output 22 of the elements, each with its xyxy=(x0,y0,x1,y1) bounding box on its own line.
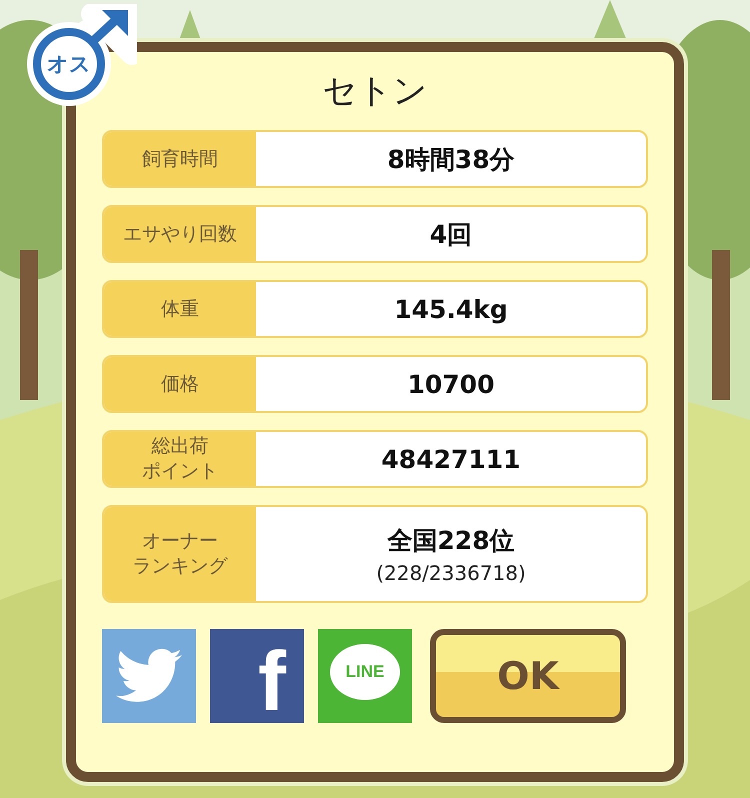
stat-label: エサやり回数 xyxy=(104,207,256,261)
stat-detail: (228/2336718) xyxy=(376,560,526,584)
stat-value: 10700 xyxy=(408,370,494,398)
stat-label: ランキング xyxy=(132,554,228,579)
bird-icon xyxy=(116,648,182,704)
stat-label: 飼育時間 xyxy=(104,132,256,186)
stat-value: 4回 xyxy=(430,218,472,250)
stat-label: 価格 xyxy=(104,357,256,411)
stat-label: オーナー xyxy=(142,529,218,554)
stat-value: 145.4kg xyxy=(394,294,508,324)
pig-name: セトン xyxy=(322,70,428,112)
stat-label: 総出荷 xyxy=(152,434,208,459)
stat-label: 体重 xyxy=(104,282,256,336)
stat-value: 8時間38分 xyxy=(387,144,515,176)
stat-label: ポイント xyxy=(142,459,218,484)
facebook-button[interactable]: f xyxy=(210,629,304,723)
stat-value: 全国228位 xyxy=(387,524,515,556)
badge-text: オス xyxy=(46,51,92,77)
twitter-button[interactable] xyxy=(102,629,196,723)
ok-button[interactable]: OK xyxy=(430,629,626,723)
stat-value: 48427111 xyxy=(381,444,521,474)
line-button[interactable]: LINE xyxy=(318,629,412,723)
